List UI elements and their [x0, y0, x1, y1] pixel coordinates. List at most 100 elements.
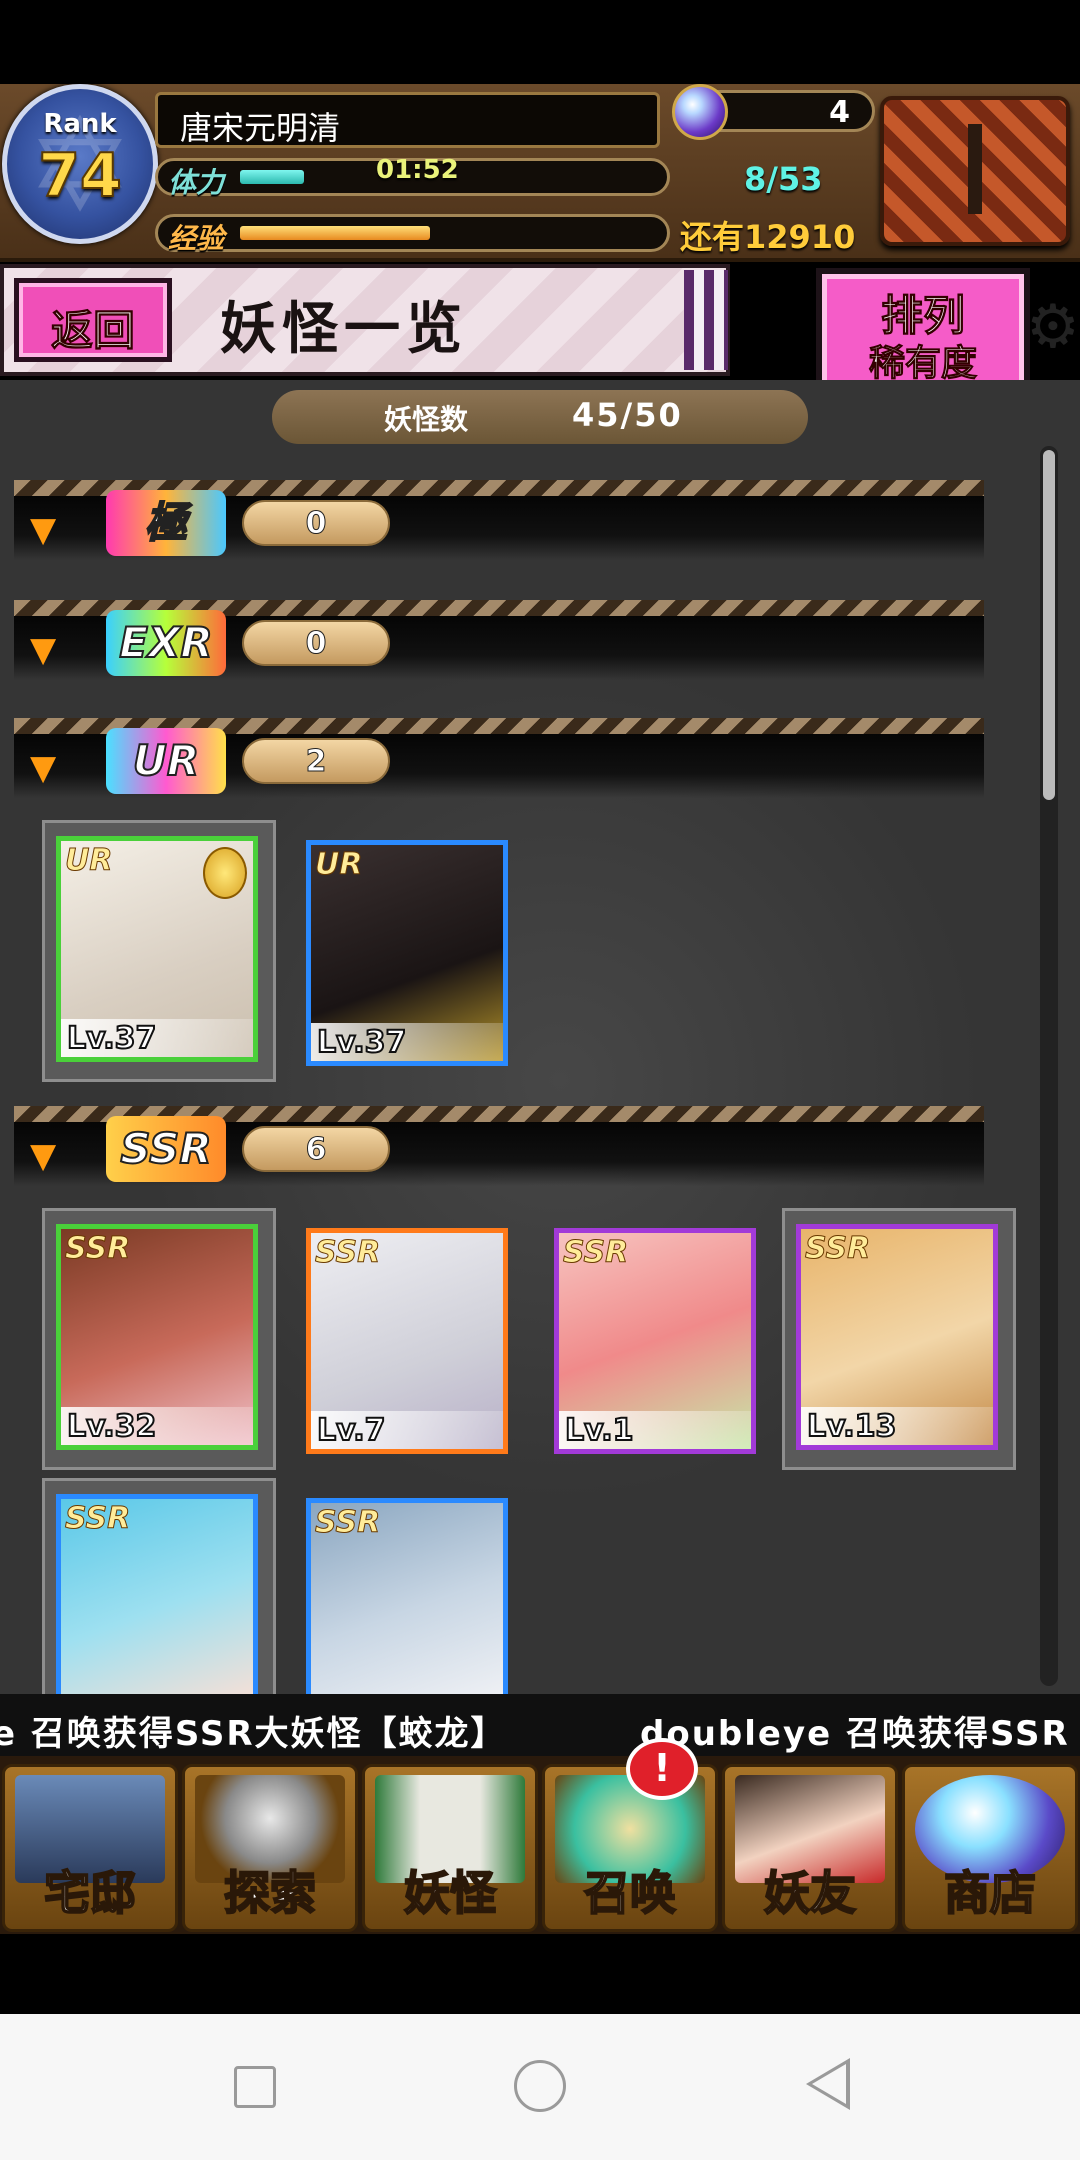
nav-label: 宅邸: [43, 1865, 137, 1921]
gear-frame-icon: ⚙: [1026, 292, 1080, 362]
exp-fill: [240, 226, 430, 240]
exp-bar: 经验: [155, 214, 670, 255]
back-button-label: 返回: [50, 306, 135, 356]
youkai-card[interactable]: SSR: [56, 1494, 258, 1694]
triangle-down-icon: ▼: [30, 748, 57, 788]
card-level: Lv.37: [316, 1024, 407, 1061]
rarity-count: 6: [305, 1132, 327, 1168]
card-level: Lv.13: [806, 1408, 897, 1445]
orb-count: 4: [829, 95, 850, 130]
stamina-timer: 01:52: [376, 155, 459, 185]
system-nav-bar: [0, 2014, 1080, 2160]
rarity-count-pill: 0: [242, 620, 390, 666]
card-rarity-tag: SSR: [314, 1235, 381, 1271]
card-level-bar: Lv.1: [559, 1411, 751, 1449]
rarity-row-exr[interactable]: ▼ EXR 0: [14, 600, 984, 680]
youkai-card[interactable]: UR Lv.37: [56, 836, 258, 1062]
scrollbar[interactable]: [1040, 446, 1058, 1686]
youkai-count-bar: 妖怪数 45/50: [272, 390, 808, 444]
rarity-count: 0: [305, 626, 327, 662]
card-rarity-tag: SSR: [64, 1501, 131, 1537]
nav-shop[interactable]: 商店: [902, 1764, 1078, 1932]
rarity-count-pill: 2: [242, 738, 390, 784]
rarity-tag: SSR: [106, 1116, 226, 1182]
sort-mode: 稀有度: [868, 343, 977, 385]
youkai-count-label: 妖怪数: [384, 403, 469, 436]
stamina-label: 体力: [168, 166, 225, 199]
nav-label: 召唤: [583, 1865, 677, 1921]
card-rarity-tag: SSR: [314, 1505, 381, 1541]
stamina-bar: 体力 01:52: [155, 155, 670, 199]
card-level: Lv.1: [564, 1412, 634, 1449]
recents-icon[interactable]: [234, 2066, 276, 2108]
card-level-bar: Lv.7: [311, 1411, 503, 1449]
nav-label: 妖友: [763, 1865, 857, 1921]
triangle-down-icon: ▼: [30, 1136, 57, 1176]
rarity-count-pill: 6: [242, 1126, 390, 1172]
card-rarity-tag: SSR: [804, 1231, 871, 1267]
card-rarity-tag: UR: [64, 843, 113, 879]
youkai-card[interactable]: SSR: [306, 1498, 508, 1694]
rarity-count: 2: [305, 744, 327, 780]
youkai-card[interactable]: SSR Lv.7: [306, 1228, 508, 1454]
ticker-message: e 召唤获得SSR大妖怪【蛟龙】: [0, 1714, 507, 1754]
rarity-tag: UR: [106, 728, 226, 794]
page-title: 妖怪一览: [220, 297, 468, 362]
triangle-down-icon: ▼: [30, 630, 57, 670]
rank-badge[interactable]: ✡ Rank 74: [2, 84, 158, 244]
alert-badge-text: !: [653, 1746, 671, 1790]
card-rarity-tag: UR: [314, 847, 363, 883]
card-level-bar: Lv.37: [61, 1019, 253, 1057]
ticker-message: doubleye 召唤获得SSR: [640, 1714, 1070, 1754]
title-bar-stripe: [684, 270, 728, 370]
youkai-card[interactable]: SSR Lv.1: [554, 1228, 756, 1454]
status-bar: [0, 0, 1080, 84]
youkai-count-value: 45/50: [572, 396, 683, 434]
sort-button[interactable]: 排列 稀有度: [816, 268, 1030, 392]
nav-youkai[interactable]: 妖怪: [362, 1764, 538, 1932]
spirit-orb-icon: [672, 84, 728, 140]
crown-medal-icon: [203, 847, 247, 899]
treasure-chest-icon[interactable]: [880, 96, 1070, 246]
rank-label: Rank: [43, 109, 117, 139]
news-ticker: e 召唤获得SSR大妖怪【蛟龙】 doubleye 召唤获得SSR: [0, 1694, 1080, 1756]
home-icon[interactable]: [514, 2060, 566, 2112]
exp-remaining: 还有12910: [680, 218, 856, 256]
youkai-card[interactable]: SSR Lv.13: [796, 1224, 998, 1450]
triangle-down-icon: ▼: [30, 510, 57, 550]
youkai-card[interactable]: SSR Lv.32: [56, 1224, 258, 1450]
rarity-row-ur[interactable]: ▼ UR 2: [14, 718, 984, 798]
player-name: 唐宋元明清: [180, 109, 341, 147]
letterbox: [0, 1934, 1080, 2014]
scrollbar-thumb[interactable]: [1043, 450, 1055, 800]
rarity-row-kiwami[interactable]: ▼ 極 0: [14, 480, 984, 560]
card-level-bar: Lv.13: [801, 1407, 993, 1445]
rank-value: 74: [37, 140, 123, 212]
nav-explore[interactable]: 探索: [182, 1764, 358, 1932]
youkai-progress: 8/53: [744, 160, 823, 198]
exp-label: 经验: [168, 222, 225, 255]
card-level: Lv.32: [66, 1408, 157, 1445]
rarity-tag: EXR: [106, 610, 226, 676]
card-level: Lv.7: [316, 1412, 386, 1449]
card-level: Lv.37: [66, 1020, 157, 1057]
rarity-tag: 極: [106, 490, 226, 556]
youkai-card[interactable]: UR Lv.37: [306, 840, 508, 1066]
card-level-bar: Lv.37: [311, 1023, 503, 1061]
nav-label: 探索: [223, 1865, 317, 1921]
stamina-fill: [240, 170, 304, 184]
back-button[interactable]: 返回: [14, 278, 172, 362]
rarity-row-ssr[interactable]: ▼ SSR 6: [14, 1106, 984, 1186]
back-icon[interactable]: [806, 2058, 850, 2110]
rarity-count: 0: [305, 506, 327, 542]
card-rarity-tag: SSR: [562, 1235, 629, 1271]
nav-label: 妖怪: [403, 1865, 497, 1921]
player-name-box[interactable]: 唐宋元明清: [155, 92, 660, 148]
alert-badge: !: [626, 1738, 698, 1800]
nav-friends[interactable]: 妖友: [722, 1764, 898, 1932]
nav-mansion[interactable]: 宅邸: [2, 1764, 178, 1932]
nav-label: 商店: [943, 1865, 1037, 1921]
rarity-count-pill: 0: [242, 500, 390, 546]
card-rarity-tag: SSR: [64, 1231, 131, 1267]
card-level-bar: Lv.32: [61, 1407, 253, 1445]
